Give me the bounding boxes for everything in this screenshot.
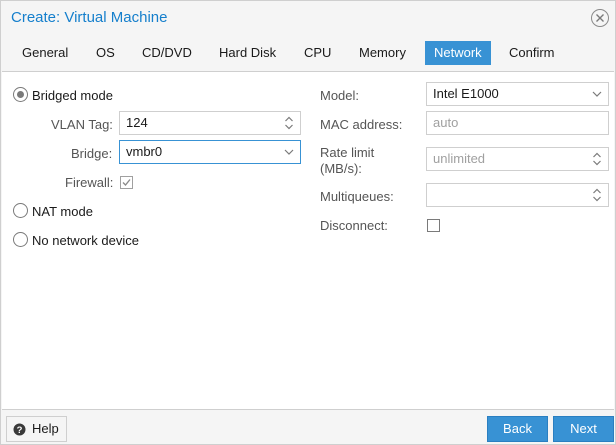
bridged-mode-radio[interactable]: [13, 87, 28, 102]
multiqueues-label: Multiqueues:: [320, 189, 394, 204]
bridge-select[interactable]: vmbr0: [119, 140, 301, 164]
model-dropdown-trigger[interactable]: [586, 83, 608, 105]
next-button[interactable]: Next: [553, 416, 614, 442]
tab-memory[interactable]: Memory: [350, 41, 415, 65]
model-select[interactable]: Intel E1000: [426, 82, 609, 106]
chevron-down-icon: [284, 149, 294, 155]
disconnect-label: Disconnect:: [320, 218, 388, 233]
vlan-tag-spinner[interactable]: [278, 112, 300, 134]
tab-cd-dvd[interactable]: CD/DVD: [133, 41, 201, 65]
dialog-title: Create: Virtual Machine: [11, 9, 168, 26]
bridge-value: vmbr0: [126, 144, 163, 159]
tab-general[interactable]: General: [13, 41, 77, 65]
model-value: Intel E1000: [433, 86, 499, 101]
spinner-icon: [593, 152, 601, 166]
bridged-mode-label: Bridged mode: [32, 88, 113, 103]
no-network-label: No network device: [32, 233, 139, 248]
chevron-down-icon: [592, 91, 602, 97]
close-icon: [596, 14, 604, 22]
bridge-dropdown-trigger[interactable]: [278, 141, 300, 163]
dialog-titlebar: Create: Virtual Machine: [1, 1, 615, 35]
rate-limit-label-line2: (MB/s):: [320, 161, 362, 176]
spinner-icon: [285, 116, 293, 130]
rate-limit-spinner[interactable]: [586, 148, 608, 170]
vlan-tag-label: VLAN Tag:: [51, 117, 113, 132]
disconnect-checkbox[interactable]: [427, 219, 440, 232]
spinner-icon: [593, 188, 601, 202]
help-label: Help: [32, 421, 59, 436]
tab-hard-disk[interactable]: Hard Disk: [210, 41, 285, 65]
help-icon: ?: [13, 423, 26, 436]
back-button[interactable]: Back: [487, 416, 548, 442]
tab-cpu[interactable]: CPU: [295, 41, 340, 65]
wizard-tabbar: General OS CD/DVD Hard Disk CPU Memory N…: [1, 35, 615, 71]
tab-network[interactable]: Network: [425, 41, 491, 65]
model-label: Model:: [320, 88, 360, 103]
firewall-checkbox[interactable]: [120, 176, 133, 189]
bridge-label: Bridge:: [71, 146, 113, 161]
tab-confirm[interactable]: Confirm: [500, 41, 564, 65]
vlan-tag-value: 124: [126, 115, 148, 130]
no-network-radio[interactable]: [13, 232, 28, 247]
mac-address-placeholder: auto: [433, 115, 459, 130]
mac-address-input[interactable]: auto: [426, 111, 609, 135]
multiqueues-spinner[interactable]: [586, 184, 608, 206]
rate-limit-placeholder: unlimited: [433, 151, 486, 166]
help-button[interactable]: ? Help: [6, 416, 67, 442]
multiqueues-input[interactable]: [426, 183, 609, 207]
nat-mode-radio[interactable]: [13, 203, 28, 218]
firewall-label: Firewall:: [65, 175, 114, 190]
vlan-tag-input[interactable]: 124: [119, 111, 301, 135]
network-panel: Bridged mode VLAN Tag: 124 Bridge: vmbr0…: [2, 71, 614, 410]
rate-limit-label-line1: Rate limit: [320, 145, 375, 160]
close-button[interactable]: [591, 9, 609, 27]
tab-os[interactable]: OS: [87, 41, 124, 65]
checkmark-icon: [122, 179, 131, 186]
svg-text:?: ?: [17, 425, 23, 436]
nat-mode-label: NAT mode: [32, 204, 93, 219]
rate-limit-input[interactable]: unlimited: [426, 147, 609, 171]
create-vm-dialog: Create: Virtual Machine General OS CD/DV…: [0, 0, 616, 445]
dialog-footer: ? Help Back Next: [1, 411, 615, 444]
mac-address-label: MAC address:: [320, 117, 403, 132]
